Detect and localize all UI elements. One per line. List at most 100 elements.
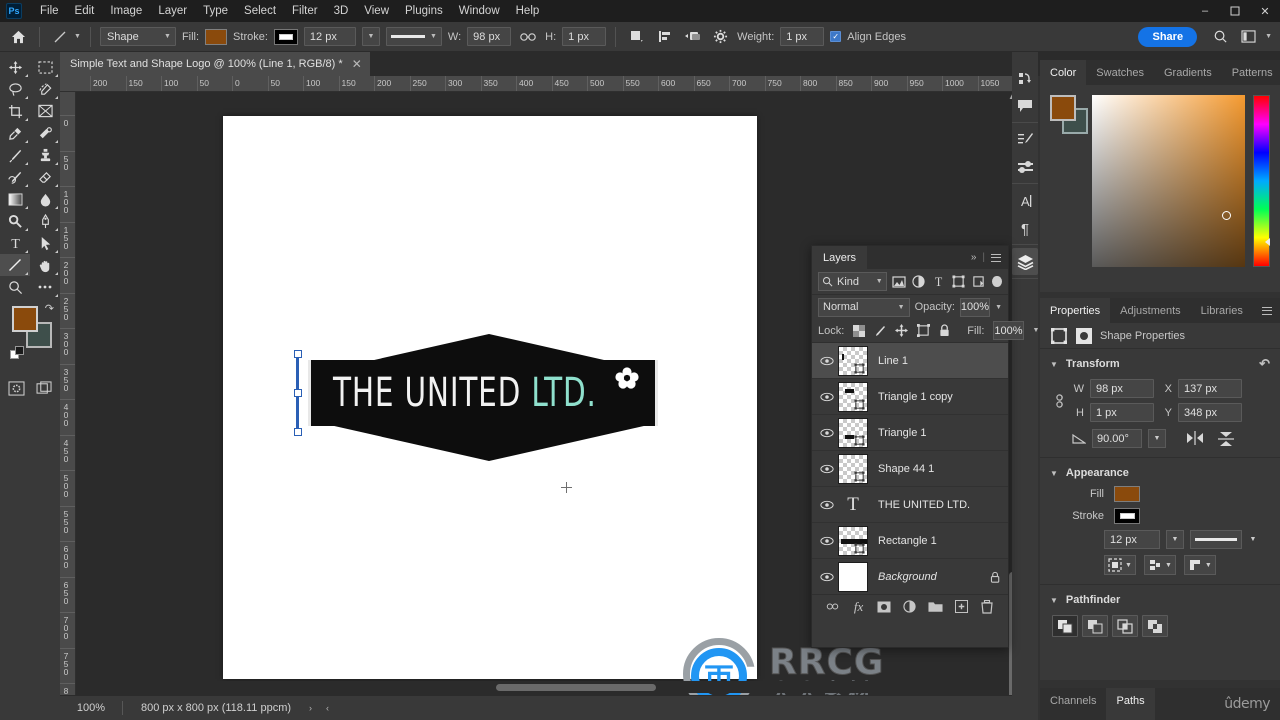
layer-name[interactable]: Triangle 1 xyxy=(878,427,927,439)
screen-mode-icon[interactable] xyxy=(33,378,55,398)
layer-name[interactable]: THE UNITED LTD. xyxy=(878,499,970,511)
horizontal-ruler[interactable]: 200 150 100 50 0 50 100 150 200 250 300 350 400 450 50… xyxy=(60,76,1020,92)
path-selection-tool[interactable] xyxy=(30,232,60,254)
eyedropper-tool[interactable] xyxy=(0,122,30,144)
width-field[interactable]: 98 px xyxy=(467,27,512,46)
table-row[interactable]: Triangle 1 xyxy=(812,415,1008,451)
stroke-caps-dropdown[interactable]: ▼ xyxy=(1143,555,1176,575)
collapse-icon[interactable]: » xyxy=(971,252,977,263)
pathfinder-section-header[interactable]: ▼ Pathfinder xyxy=(1040,589,1280,611)
foreground-color-swatch[interactable] xyxy=(12,306,38,332)
zoom-level[interactable]: 100% xyxy=(60,702,122,714)
layer-visibility-icon[interactable] xyxy=(816,392,838,402)
tool-mode-dropdown[interactable]: Shape ▼ xyxy=(99,27,176,46)
menu-view[interactable]: View xyxy=(356,2,397,20)
color-field[interactable] xyxy=(1092,95,1245,267)
layers-list[interactable]: Line 1 Triangle 1 copy Triangle 1 Shape 44 … xyxy=(812,343,1008,594)
gear-icon[interactable] xyxy=(709,27,731,47)
menu-filter[interactable]: Filter xyxy=(284,2,326,20)
pixel-filter-icon[interactable] xyxy=(892,273,907,291)
scrollbar-thumb[interactable] xyxy=(496,684,656,691)
table-row[interactable]: Rectangle 1 xyxy=(812,523,1008,559)
height-field[interactable]: 1 px xyxy=(1090,403,1154,422)
chevron-down-icon[interactable]: ▼ xyxy=(1248,530,1258,549)
history-icon[interactable] xyxy=(1012,65,1038,92)
menu-image[interactable]: Image xyxy=(102,2,150,20)
layer-visibility-icon[interactable] xyxy=(816,428,838,438)
blur-tool[interactable] xyxy=(30,188,60,210)
lock-artboard-icon[interactable] xyxy=(917,324,931,337)
clone-stamp-tool[interactable] xyxy=(30,144,60,166)
table-row[interactable]: Shape 44 1 xyxy=(812,451,1008,487)
healing-tool[interactable] xyxy=(30,122,60,144)
new-layer-icon[interactable] xyxy=(952,600,970,613)
eraser-tool[interactable] xyxy=(30,166,60,188)
layer-thumbnail[interactable] xyxy=(838,561,868,592)
stroke-style-dropdown[interactable]: ▼ xyxy=(385,27,442,46)
adjustment-layer-icon[interactable] xyxy=(901,600,919,613)
stroke-corners-dropdown[interactable]: ▼ xyxy=(1183,555,1216,575)
quick-mask-icon[interactable] xyxy=(5,378,27,398)
menu-plugins[interactable]: Plugins xyxy=(397,2,451,20)
layer-name[interactable]: Shape 44 1 xyxy=(878,463,934,475)
brush-settings-icon[interactable] xyxy=(1012,126,1038,153)
unite-icon[interactable] xyxy=(1052,615,1078,637)
layer-visibility-icon[interactable] xyxy=(816,464,838,474)
character-icon[interactable]: A xyxy=(1012,187,1038,214)
layer-thumbnail[interactable] xyxy=(838,417,868,448)
menu-select[interactable]: Select xyxy=(236,2,284,20)
weight-field[interactable]: 1 px xyxy=(780,27,825,46)
document-tab[interactable]: Simple Text and Shape Logo @ 100% (Line … xyxy=(60,52,371,76)
intersect-icon[interactable] xyxy=(1112,615,1138,637)
x-field[interactable]: 137 px xyxy=(1178,379,1242,398)
subtract-icon[interactable] xyxy=(1082,615,1108,637)
zoom-tool[interactable] xyxy=(0,276,30,298)
y-field[interactable]: 348 px xyxy=(1178,403,1242,422)
swap-colors-icon[interactable]: ↷ xyxy=(45,302,54,315)
width-field[interactable]: 98 px xyxy=(1090,379,1154,398)
status-expand-icon[interactable]: › xyxy=(291,703,312,713)
stroke-width-dropdown[interactable]: ▼ xyxy=(361,27,380,46)
adjustment-filter-icon[interactable] xyxy=(911,273,926,291)
layer-visibility-icon[interactable] xyxy=(816,356,838,366)
crop-tool[interactable] xyxy=(0,100,30,122)
lasso-tool[interactable] xyxy=(0,78,30,100)
align-edges-checkbox[interactable]: ✓ xyxy=(830,31,842,42)
frame-tool[interactable] xyxy=(30,100,60,122)
menu-file[interactable]: File xyxy=(32,2,67,20)
path-alignment-icon[interactable] xyxy=(653,27,675,47)
layer-thumbnail[interactable] xyxy=(838,381,868,412)
menu-type[interactable]: Type xyxy=(195,2,236,20)
lock-image-icon[interactable] xyxy=(874,325,886,337)
layer-thumbnail[interactable] xyxy=(838,345,868,376)
selected-path-anchors[interactable] xyxy=(294,350,302,436)
layer-thumbnail[interactable]: T xyxy=(838,490,868,520)
angle-field[interactable]: 90.00° xyxy=(1092,429,1142,448)
layer-style-icon[interactable]: fx xyxy=(850,599,868,615)
table-row[interactable]: Triangle 1 copy xyxy=(812,379,1008,415)
search-icon[interactable] xyxy=(1209,27,1231,47)
fill-color-swatch[interactable] xyxy=(1114,486,1140,502)
maximize-button[interactable] xyxy=(1220,0,1250,22)
chevron-down-icon[interactable]: ▼ xyxy=(74,33,81,40)
share-button[interactable]: Share xyxy=(1138,26,1198,47)
opacity-field[interactable]: 100% xyxy=(959,297,991,317)
comments-icon[interactable] xyxy=(1012,92,1038,119)
close-icon[interactable]: ✕ xyxy=(352,57,362,71)
menu-help[interactable]: Help xyxy=(508,2,548,20)
fill-color-swatch[interactable] xyxy=(205,28,228,45)
layer-name[interactable]: Line 1 xyxy=(878,355,908,367)
smartobject-filter-icon[interactable] xyxy=(971,273,986,291)
gradient-tool[interactable] xyxy=(0,188,30,210)
link-layers-icon[interactable] xyxy=(824,602,842,611)
edit-toolbar-icon[interactable] xyxy=(30,276,60,298)
pen-tool[interactable] xyxy=(30,210,60,232)
layer-name[interactable]: Background xyxy=(878,571,937,583)
history-brush-tool[interactable] xyxy=(0,166,30,188)
brush-tool[interactable] xyxy=(0,144,30,166)
type-filter-icon[interactable]: T xyxy=(931,273,946,291)
tab-layers[interactable]: Layers xyxy=(812,246,868,269)
delete-layer-icon[interactable] xyxy=(978,599,996,614)
hue-slider[interactable] xyxy=(1253,95,1270,267)
layer-visibility-icon[interactable] xyxy=(816,572,838,582)
